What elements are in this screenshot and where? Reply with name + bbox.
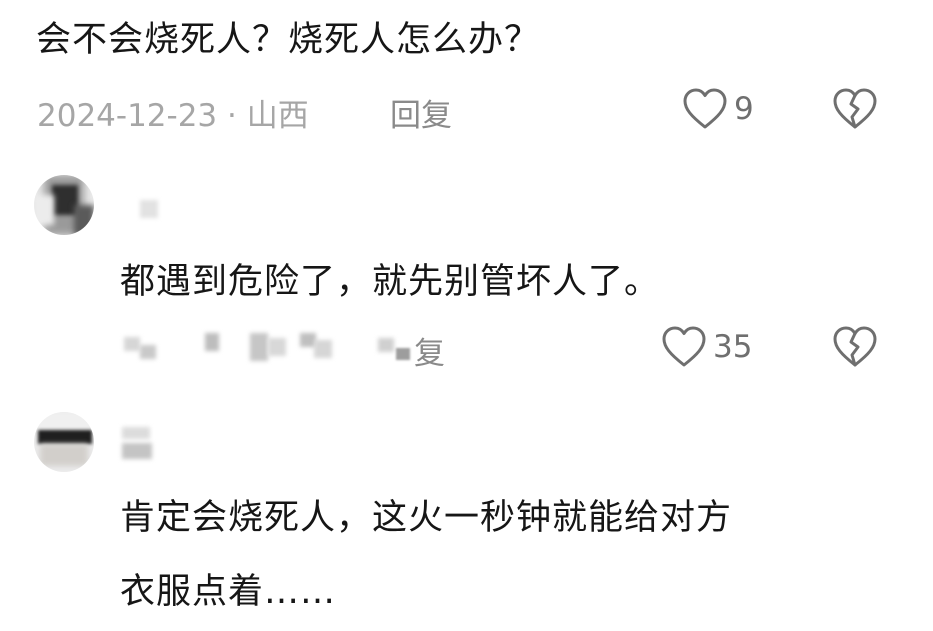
comment-text-2: 都遇到危险了，就先别管坏人了。 [120,262,661,302]
like-count-1: 9 [734,91,754,127]
dislike-button-1[interactable] [832,87,878,131]
comment-text-3-line-1: 肯定会烧死人，这火一秒钟就能给对方 [120,498,733,538]
like-button-2[interactable]: 35 [661,325,752,369]
comment-text-1: 会不会烧死人？烧死人怎么办？ [36,20,541,60]
avatar-3[interactable] [34,412,94,472]
broken-heart-icon [833,326,877,367]
comment-meta-1: 2024-12-23 · 山西 [37,98,309,134]
reply-button-2[interactable]: 复 [414,328,445,373]
like-button-1[interactable]: 9 [682,87,754,131]
broken-heart-icon [833,88,877,129]
heart-outline-icon [662,326,706,367]
avatar-2[interactable] [34,175,94,235]
reply-button-1[interactable]: 回复 [390,90,452,135]
dislike-button-2[interactable] [832,325,878,369]
heart-outline-icon [683,88,727,129]
like-count-2: 35 [713,329,753,365]
username-2-blurred [140,200,158,218]
comment-text-3-line-2: 衣服点着…… [120,572,337,612]
comment-thread: 会不会烧死人？烧死人怎么办？ 2024-12-23 · 山西 回复 9 都遇到危… [0,0,933,631]
